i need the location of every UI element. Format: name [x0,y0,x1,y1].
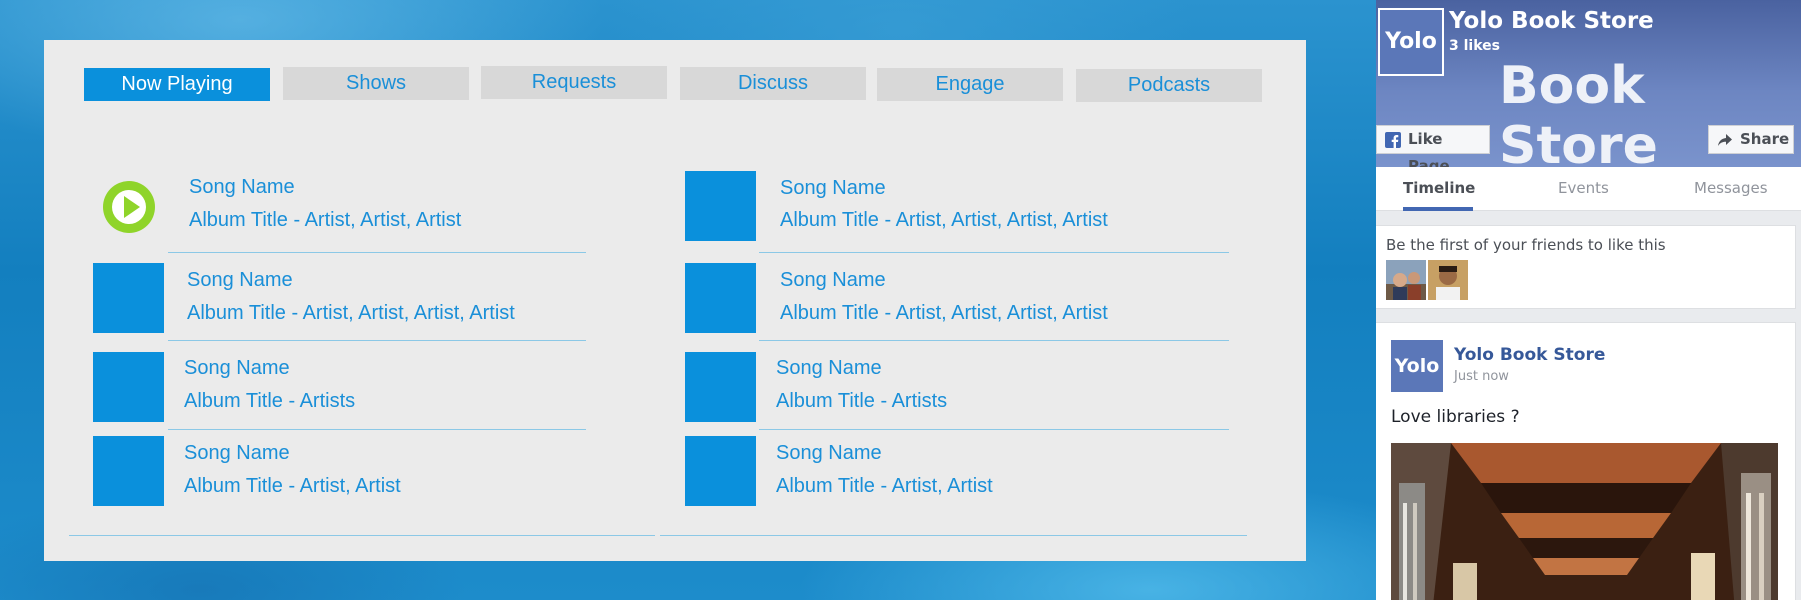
tab-shows[interactable]: Shows [283,67,469,100]
song-name[interactable]: Song Name [184,357,290,380]
page-name[interactable]: Yolo Book Store [1449,8,1654,34]
friend-avatar[interactable] [1386,260,1426,300]
timeline-post: Yolo Yolo Book Store Just now Love libra… [1376,322,1796,600]
song-name[interactable]: Song Name [780,177,886,200]
album-art[interactable] [685,171,756,241]
share-label: Share [1740,130,1790,148]
album-title: Album Title - Artist, Artist, Artist, Ar… [780,209,1108,231]
active-tab-indicator [1403,207,1473,211]
page-logo[interactable]: Yolo [1378,8,1444,76]
song-name[interactable]: Song Name [184,442,290,465]
album-art[interactable] [685,436,756,506]
row-divider [168,252,586,253]
like-page-button[interactable]: Like Page [1376,125,1490,175]
song-name[interactable]: Song Name [189,176,295,199]
list-divider [660,535,1247,536]
tab-messages[interactable]: Messages [1694,179,1768,197]
play-button[interactable] [103,181,155,233]
album-title: Album Title - Artist, Artist, Artist [189,209,462,231]
post-timestamp[interactable]: Just now [1454,369,1509,384]
album-art[interactable] [93,352,164,422]
row-divider [759,340,1229,341]
row-divider [168,429,586,430]
song-name[interactable]: Song Name [780,269,886,292]
row-divider [759,429,1229,430]
share-icon [1718,134,1732,146]
post-author-name[interactable]: Yolo Book Store [1454,345,1605,365]
album-art[interactable] [93,436,164,506]
friends-card: Be the first of your friends to like thi… [1376,225,1796,309]
tab-podcasts[interactable]: Podcasts [1076,69,1262,102]
song-name[interactable]: Song Name [776,357,882,380]
tab-timeline[interactable]: Timeline [1403,179,1475,197]
friend-avatar[interactable] [1428,260,1468,300]
page-tabs: Timeline Events Messages [1376,167,1801,211]
post-image[interactable] [1391,443,1778,600]
post-text: Love libraries ? [1391,407,1520,427]
cover-text: Book Store [1499,56,1658,176]
album-title: Album Title - Artists [184,390,356,412]
facebook-page-widget: Yolo Yolo Book Store 3 likes Book Store … [1376,0,1801,600]
song-name[interactable]: Song Name [187,269,293,292]
album-art[interactable] [685,352,756,422]
album-title: Album Title - Artists [776,390,948,412]
share-button[interactable]: Share [1708,125,1794,154]
music-player-panel: Now Playing Shows Requests Discuss Engag… [44,40,1306,561]
tab-engage[interactable]: Engage [877,68,1063,101]
friends-prompt: Be the first of your friends to like thi… [1386,236,1666,254]
tab-now-playing[interactable]: Now Playing [84,68,270,101]
album-art[interactable] [93,263,164,333]
post-author-avatar[interactable]: Yolo [1391,340,1443,392]
song-name[interactable]: Song Name [776,442,882,465]
cover-photo: Yolo Yolo Book Store 3 likes Book Store … [1376,0,1801,176]
tab-events[interactable]: Events [1558,179,1609,197]
row-divider [759,252,1229,253]
play-icon [112,190,146,224]
album-title: Album Title - Artist, Artist [776,475,993,497]
album-title: Album Title - Artist, Artist, Artist, Ar… [187,302,515,324]
list-divider [69,535,655,536]
album-title: Album Title - Artist, Artist, Artist, Ar… [780,302,1108,324]
row-divider [168,340,586,341]
album-title: Album Title - Artist, Artist [184,475,401,497]
tab-discuss[interactable]: Discuss [680,67,866,100]
like-count: 3 likes [1449,38,1500,54]
album-art[interactable] [685,263,756,333]
facebook-icon [1385,132,1401,148]
tab-requests[interactable]: Requests [481,66,667,99]
